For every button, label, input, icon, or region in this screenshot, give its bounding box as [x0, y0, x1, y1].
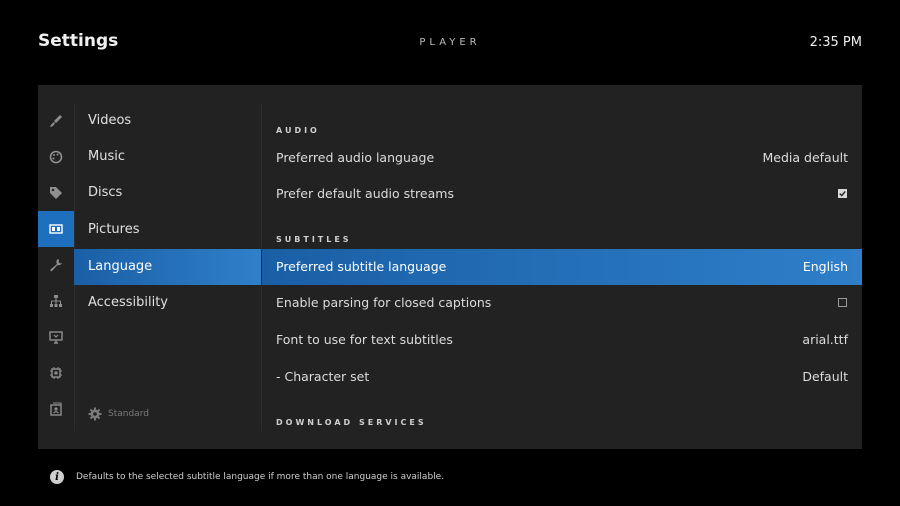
monitor-icon — [49, 331, 63, 344]
setting-value: arial.ttf — [802, 332, 848, 347]
info-icon: i — [50, 470, 64, 484]
setting-closed-captions[interactable]: Enable parsing for closed captions — [262, 285, 862, 321]
help-footer: i Defaults to the selected subtitle lang… — [50, 470, 444, 484]
category-pictures[interactable]: Pictures — [74, 212, 261, 248]
sidebar-icon-pictures[interactable] — [38, 211, 74, 247]
display-settings-icon — [49, 224, 63, 234]
category-language[interactable]: Language — [74, 249, 261, 285]
setting-label: Enable parsing for closed captions — [276, 295, 492, 310]
setting-label: Preferred subtitle language — [276, 259, 447, 274]
setting-prefer-default-audio-streams[interactable]: Prefer default audio streams — [262, 176, 862, 212]
profile-icon — [50, 402, 62, 416]
setting-preferred-subtitle-language[interactable]: Preferred subtitle language English — [262, 249, 862, 285]
setting-preferred-audio-language[interactable]: Preferred audio language Media default — [262, 140, 862, 176]
setting-character-set[interactable]: - Character set Default — [262, 359, 862, 395]
sidebar-icon-system[interactable] — [38, 355, 74, 391]
section-download-services: DOWNLOAD SERVICES — [276, 418, 427, 427]
tag-icon — [50, 187, 62, 199]
setting-subtitle-font[interactable]: Font to use for text subtitles arial.ttf — [262, 322, 862, 358]
settings-list: AUDIO Preferred audio language Media def… — [262, 103, 862, 431]
settings-panel: Videos Music Discs Pictures Language Acc… — [38, 85, 862, 449]
sidebar-icon-discs[interactable] — [38, 175, 74, 211]
setting-value: English — [802, 259, 848, 274]
section-subtitles: SUBTITLES — [276, 235, 352, 244]
settings-level-button[interactable]: Standard — [88, 405, 149, 423]
palette-icon — [49, 150, 63, 164]
sidebar-icon-accessibility[interactable] — [38, 283, 74, 319]
wrench-icon — [50, 259, 62, 272]
icon-sidebar — [38, 103, 75, 431]
sidebar-icon-profiles[interactable] — [38, 391, 74, 427]
checkbox-checked[interactable] — [838, 189, 847, 198]
category-videos[interactable]: Videos — [74, 103, 261, 139]
setting-value: Media default — [762, 150, 849, 165]
setting-label: Font to use for text subtitles — [276, 332, 453, 347]
settings-level-label: Standard — [108, 409, 149, 419]
header-section: PLAYER — [419, 37, 481, 48]
category-discs[interactable]: Discs — [74, 175, 261, 211]
sidebar-icon-videos[interactable] — [38, 103, 74, 139]
gear-icon — [88, 407, 102, 421]
brush-icon — [50, 115, 62, 127]
category-list: Videos Music Discs Pictures Language Acc… — [74, 103, 262, 431]
help-text: Defaults to the selected subtitle langua… — [76, 472, 445, 482]
header-time: 2:35 PM — [809, 35, 862, 50]
category-music[interactable]: Music — [74, 139, 261, 175]
sidebar-icon-display[interactable] — [38, 319, 74, 355]
network-icon — [50, 295, 62, 307]
setting-label: - Character set — [276, 369, 370, 384]
setting-label: Prefer default audio streams — [276, 186, 454, 201]
check-icon — [839, 190, 846, 197]
sidebar-icon-music[interactable] — [38, 139, 74, 175]
checkbox-unchecked[interactable] — [838, 298, 847, 307]
setting-value: Default — [802, 369, 848, 384]
setting-label: Preferred audio language — [276, 150, 435, 165]
chip-icon — [50, 367, 62, 379]
section-audio: AUDIO — [276, 126, 320, 135]
category-accessibility[interactable]: Accessibility — [74, 285, 261, 321]
sidebar-icon-language[interactable] — [38, 247, 74, 283]
